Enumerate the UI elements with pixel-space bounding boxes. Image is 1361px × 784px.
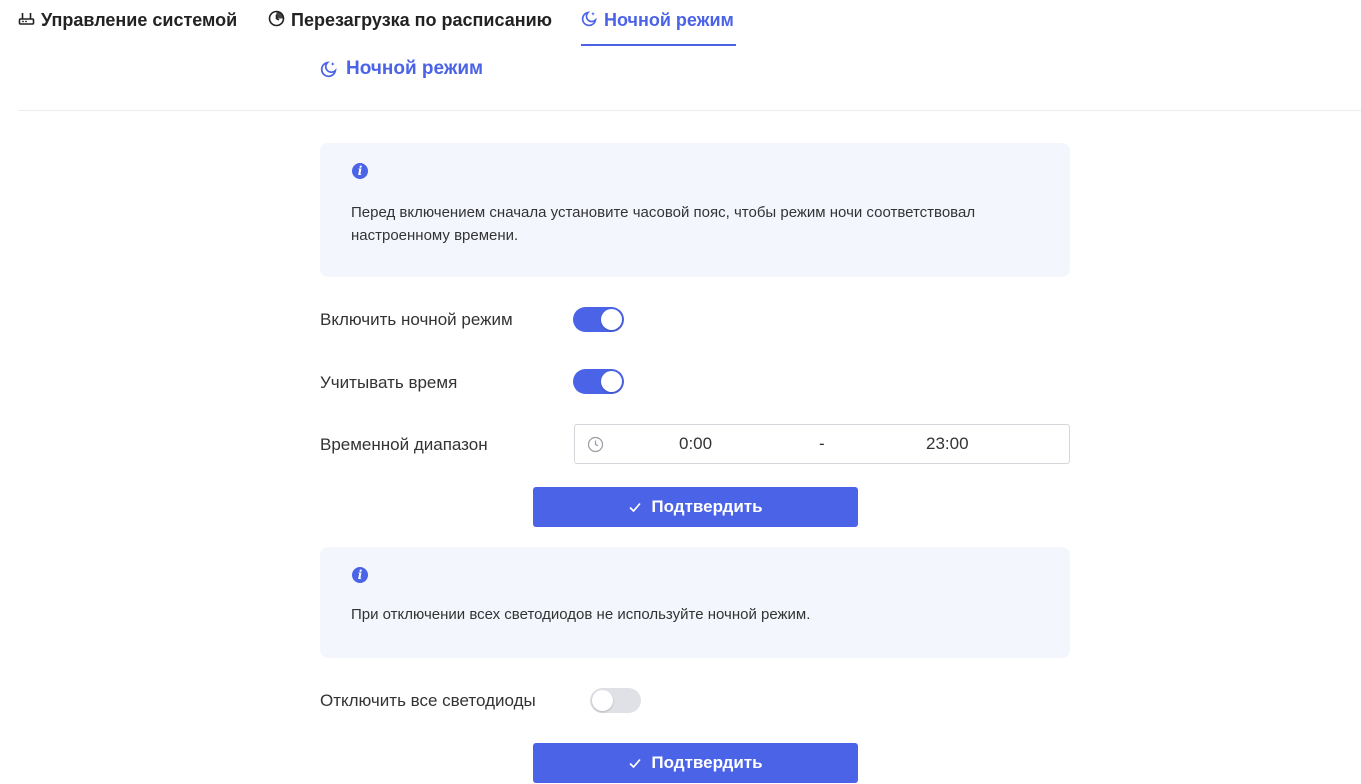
leds-off-label: Отключить все светодиоды — [320, 691, 536, 710]
time-range-label: Временной диапазон — [320, 435, 488, 454]
clock-icon — [587, 436, 604, 453]
info-icon: i — [352, 567, 368, 583]
section-title-text: Ночной режим — [346, 58, 484, 79]
tab-system-management[interactable]: Управление системой — [18, 0, 237, 46]
tab-night-mode[interactable]: Ночной режим — [581, 0, 736, 46]
router-icon — [18, 10, 35, 27]
info-text: Перед включением сначала установите часо… — [351, 204, 976, 244]
section-title: Ночной режим — [320, 58, 483, 80]
night-mode-toggle[interactable] — [573, 307, 624, 332]
moon-icon — [581, 10, 598, 27]
consider-time-label: Учитывать время — [320, 373, 458, 392]
divider — [18, 110, 1361, 111]
tab-scheduled-reboot[interactable]: Перезагрузка по расписанию — [268, 0, 552, 46]
time-start-input[interactable]: 0:00 — [679, 434, 712, 454]
info-box-timezone: i Перед включением сначала установите ча… — [320, 143, 1070, 277]
check-icon — [628, 500, 642, 514]
tab-bar: Управление системой Перезагрузка по расп… — [0, 0, 1361, 46]
info-box-leds: i При отключении всех светодиодов не исп… — [320, 547, 1070, 658]
clock-icon — [268, 10, 285, 27]
confirm-button[interactable]: Подтвердить — [533, 743, 858, 783]
time-range-separator: - — [819, 434, 825, 453]
confirm-button-label: Подтвердить — [651, 753, 763, 772]
toggle-knob — [601, 309, 622, 330]
info-icon: i — [352, 163, 368, 179]
info-text: При отключении всех светодиодов не испол… — [351, 606, 811, 623]
time-end-input[interactable]: 23:00 — [926, 434, 969, 454]
consider-time-toggle[interactable] — [573, 369, 624, 394]
confirm-button-label: Подтвердить — [651, 497, 763, 516]
moon-icon — [320, 60, 338, 78]
confirm-button[interactable]: Подтвердить — [533, 487, 858, 527]
night-mode-label: Включить ночной режим — [320, 310, 513, 329]
toggle-knob — [601, 371, 622, 392]
tab-label: Ночной режим — [604, 10, 734, 30]
tab-label: Управление системой — [41, 10, 238, 30]
tab-label: Перезагрузка по расписанию — [291, 10, 553, 30]
check-icon — [628, 756, 642, 770]
time-range-picker[interactable]: 0:00 - 23:00 — [574, 424, 1070, 464]
leds-off-toggle[interactable] — [590, 688, 641, 713]
toggle-knob — [592, 690, 613, 711]
